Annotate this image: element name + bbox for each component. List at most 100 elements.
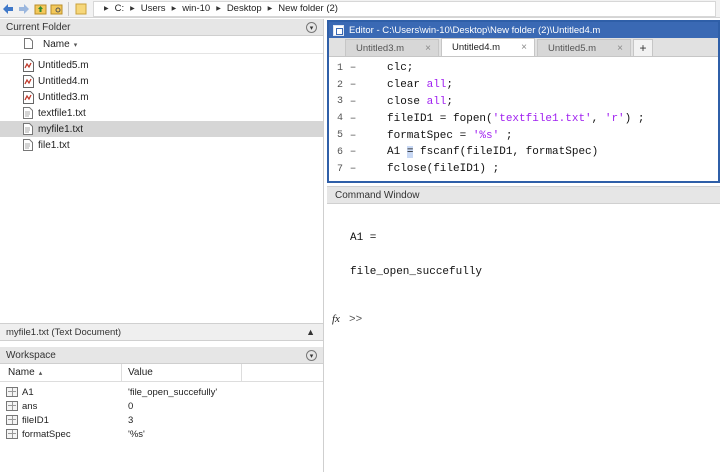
breadcrumb-item[interactable]: New folder (2) xyxy=(278,3,338,14)
new-tab-button[interactable]: + xyxy=(633,39,653,56)
breadcrumb[interactable]: ▶ C: ▶ Users ▶ win-10 ▶ Desktop ▶ New fo… xyxy=(93,0,716,17)
file-name: Untitled4.m xyxy=(38,75,89,87)
sort-arrow-icon: ▴ xyxy=(38,369,43,377)
code-line[interactable]: 1– clc; xyxy=(329,60,718,77)
variable-name-cell: A1 xyxy=(0,385,122,399)
code-line[interactable]: 2– clear all; xyxy=(329,77,718,94)
breakpoint-marker[interactable]: – xyxy=(347,96,359,108)
breakpoint-marker[interactable]: – xyxy=(347,113,359,125)
left-column: Current Folder ▾ Name ▾ Untitled5.m Untit… xyxy=(0,19,324,472)
file-item[interactable]: file1.txt xyxy=(0,137,323,153)
code-token: fileID1 = fopen( xyxy=(387,112,493,125)
editor-tab[interactable]: Untitled4.m × xyxy=(441,38,535,56)
editor-tab[interactable]: Untitled5.m × xyxy=(537,39,631,56)
variable-name: formatSpec xyxy=(22,428,71,440)
function-browser-icon[interactable]: fx xyxy=(332,313,340,325)
close-tab-icon[interactable]: × xyxy=(521,42,527,53)
file-name: myfile1.txt xyxy=(38,123,84,135)
breakpoint-marker[interactable]: – xyxy=(347,130,359,142)
code-token: fscanf(fileID1, formatSpec) xyxy=(413,146,599,159)
code-token: ; xyxy=(446,95,454,108)
workspace-header: Workspace ▾ xyxy=(0,347,323,364)
editor-tab[interactable]: Untitled3.m × xyxy=(345,39,439,56)
forward-arrow-icon[interactable] xyxy=(16,1,32,17)
file-item[interactable]: Untitled3.m xyxy=(0,89,323,105)
breadcrumb-item[interactable]: win-10 xyxy=(182,3,210,14)
editor-titlebar: Editor - C:\Users\win-10\Desktop\New fol… xyxy=(329,22,718,38)
file-name: file1.txt xyxy=(38,139,70,151)
file-details-bar[interactable]: myfile1.txt (Text Document) ▲ xyxy=(0,323,323,341)
chevron-up-icon[interactable]: ▲ xyxy=(306,327,315,337)
code-token: close xyxy=(387,95,427,108)
panel-menu-icon[interactable]: ▾ xyxy=(306,350,317,361)
breadcrumb-item[interactable]: Users xyxy=(141,3,166,14)
code-text: fileID1 = fopen('textfile1.txt', 'r') ; xyxy=(387,113,644,125)
command-window-header: Command Window xyxy=(327,186,720,204)
code-text: clear all; xyxy=(387,79,453,91)
command-prompt[interactable]: >> xyxy=(349,314,362,326)
workspace-row[interactable]: formatSpec '%s' xyxy=(0,427,323,441)
column-header-name[interactable]: Name ▾ xyxy=(0,36,323,54)
breadcrumb-arrow-icon: ▶ xyxy=(130,6,135,12)
code-string: 'r' xyxy=(604,112,625,125)
matlab-file-icon xyxy=(22,74,34,88)
code-area[interactable]: 1– clc; 2– clear all; 3– close all; 4– fileID1 … xyxy=(329,57,718,178)
code-line[interactable]: 4– fileID1 = fopen('textfile1.txt', 'r') … xyxy=(329,110,718,127)
matlab-file-icon xyxy=(22,58,34,72)
back-arrow-icon[interactable] xyxy=(0,1,16,17)
breakpoint-marker[interactable]: – xyxy=(347,146,359,158)
breadcrumb-item[interactable]: C: xyxy=(115,3,125,14)
workspace-row[interactable]: A1 'file_open_succefully' xyxy=(0,385,323,399)
variable-name: ans xyxy=(22,400,38,412)
current-folder-title: Current Folder xyxy=(6,21,71,33)
variable-value: 'file_open_succefully' xyxy=(128,386,218,398)
workspace-column-headers: Name ▴ Value xyxy=(0,364,323,382)
variable-name: A1 xyxy=(22,386,34,398)
column-header-name[interactable]: Name ▴ xyxy=(0,364,122,381)
variable-icon xyxy=(6,387,18,397)
column-value-label: Value xyxy=(128,367,153,378)
code-token: formatSpec = xyxy=(387,129,473,142)
workspace-row[interactable]: fileID1 3 xyxy=(0,413,323,427)
code-token: fclose(fileID1) ; xyxy=(387,163,500,176)
breakpoint-marker[interactable]: – xyxy=(347,79,359,91)
code-line[interactable]: 6– A1 = fscanf(fileID1, formatSpec) xyxy=(329,144,718,161)
document-icon xyxy=(24,37,33,52)
close-tab-icon[interactable]: × xyxy=(425,43,431,54)
file-item[interactable]: Untitled4.m xyxy=(0,73,323,89)
file-item[interactable]: Untitled5.m xyxy=(0,57,323,73)
code-text: clc; xyxy=(387,62,413,74)
browse-folder-icon[interactable] xyxy=(48,1,64,17)
file-item[interactable]: myfile1.txt xyxy=(0,121,323,137)
panel-menu-icon[interactable]: ▾ xyxy=(306,22,317,33)
up-folder-icon[interactable] xyxy=(32,1,48,17)
variable-icon xyxy=(6,429,18,439)
code-line[interactable]: 5– formatSpec = '%s' ; xyxy=(329,127,718,144)
code-token: clc; xyxy=(387,62,414,75)
matlab-file-icon xyxy=(22,90,34,104)
breakpoint-marker[interactable]: – xyxy=(347,163,359,175)
code-line[interactable]: 7– fclose(fileID1) ; xyxy=(329,161,718,178)
breadcrumb-arrow-icon: ▶ xyxy=(171,6,177,12)
code-token: ; xyxy=(499,129,513,142)
variable-value: 3 xyxy=(128,414,134,426)
current-folder-header: Current Folder ▾ xyxy=(0,19,323,36)
workspace-row[interactable]: ans 0 xyxy=(0,399,323,413)
code-string: all xyxy=(426,95,447,108)
variable-icon xyxy=(6,415,18,425)
editor-tabs: Untitled3.m × Untitled4.m × Untitled5.m × + xyxy=(329,38,718,57)
text-file-icon xyxy=(22,106,34,120)
breakpoint-marker[interactable]: – xyxy=(347,62,359,74)
command-window-title: Command Window xyxy=(335,189,420,201)
close-tab-icon[interactable]: × xyxy=(617,43,623,54)
column-header-value[interactable]: Value xyxy=(122,364,242,381)
code-line[interactable]: 3– close all; xyxy=(329,94,718,111)
code-token: A1 xyxy=(387,146,407,159)
variable-name-cell: fileID1 xyxy=(0,413,122,427)
editor-icon xyxy=(333,24,344,36)
breadcrumb-arrow-icon: ▶ xyxy=(267,6,273,12)
output-line: file_open_succefully xyxy=(350,266,483,278)
code-string: all xyxy=(426,79,447,92)
file-item[interactable]: textfile1.txt xyxy=(0,105,323,121)
breadcrumb-item[interactable]: Desktop xyxy=(227,3,262,14)
